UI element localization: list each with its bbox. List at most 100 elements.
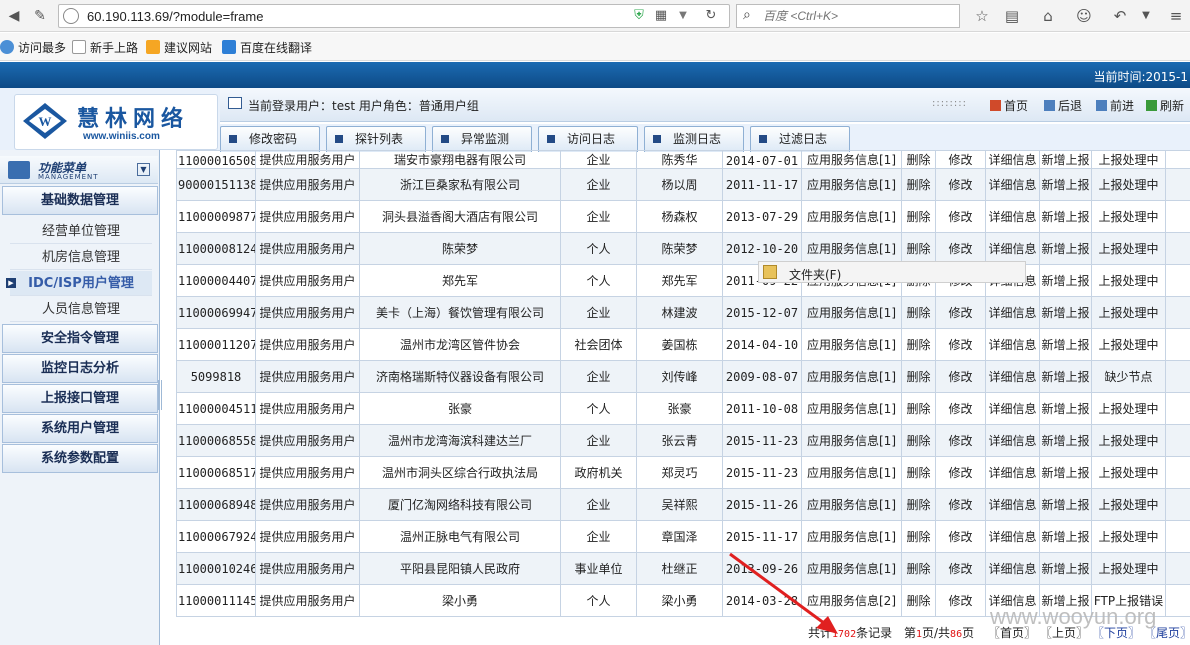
menu-group-system-users[interactable]: 系统用户管理	[2, 414, 158, 443]
star-icon[interactable]: ☆	[972, 6, 992, 26]
tab-monitor-log[interactable]: 监测日志	[644, 126, 744, 152]
detail-link[interactable]: 详细信息	[985, 424, 1040, 457]
edit-link[interactable]: 修改	[935, 150, 986, 169]
menu-item-business-units[interactable]: 经营单位管理	[10, 219, 152, 244]
new-report-link[interactable]: 新增上报	[1039, 264, 1092, 297]
cell-contact[interactable]: 杨以周	[636, 168, 723, 201]
bookmark-most-visited[interactable]: 访问最多	[0, 39, 66, 56]
cell-contact[interactable]: 吴祥熙	[636, 488, 723, 521]
menu-group-security[interactable]: 安全指令管理	[2, 324, 158, 353]
new-report-link[interactable]: 新增上报	[1039, 168, 1092, 201]
delete-link[interactable]: 删除	[901, 328, 936, 361]
detail-link[interactable]: 详细信息	[985, 168, 1040, 201]
cell-contact[interactable]: 陈秀华	[636, 150, 723, 169]
new-report-link[interactable]: 新增上报	[1039, 150, 1092, 169]
cell-contact[interactable]: 林建波	[636, 296, 723, 329]
delete-link[interactable]: 删除	[901, 232, 936, 265]
tab-access-log[interactable]: 访问日志	[538, 126, 638, 152]
delete-link[interactable]: 删除	[901, 424, 936, 457]
refresh-icon[interactable]: ↻	[703, 8, 719, 24]
cell-contact[interactable]: 郑灵巧	[636, 456, 723, 489]
app-service-info-link[interactable]: 应用服务信息[1]	[801, 232, 902, 265]
cell-contact[interactable]: 章国泽	[636, 520, 723, 553]
cell-contact[interactable]: 姜国栋	[636, 328, 723, 361]
menu-group-monitor-log[interactable]: 监控日志分析	[2, 354, 158, 383]
dropdown-icon[interactable]: ▼	[675, 8, 691, 24]
forward-link[interactable]: 前进	[1096, 97, 1134, 114]
tab-change-password[interactable]: 修改密码	[220, 126, 320, 152]
edit-link[interactable]: 修改	[935, 424, 986, 457]
menu-group-upload-interface[interactable]: 上报接口管理	[2, 384, 158, 413]
app-service-info-link[interactable]: 应用服务信息[1]	[801, 328, 902, 361]
new-report-link[interactable]: 新增上报	[1039, 488, 1092, 521]
refresh-link[interactable]: 刷新	[1146, 97, 1184, 114]
collapse-icon[interactable]: ▼	[137, 163, 150, 176]
home-icon[interactable]: ⌂	[1038, 6, 1058, 26]
cell-contact[interactable]: 张云青	[636, 424, 723, 457]
new-report-link[interactable]: 新增上报	[1039, 200, 1092, 233]
cell-contact[interactable]: 梁小勇	[636, 584, 723, 617]
tab-probe-list[interactable]: 探针列表	[326, 126, 426, 152]
back-icon[interactable]: ◀	[4, 6, 24, 26]
detail-link[interactable]: 详细信息	[985, 296, 1040, 329]
menu-group-basic-data[interactable]: 基础数据管理	[2, 186, 158, 215]
app-service-info-link[interactable]: 应用服务信息[1]	[801, 150, 902, 169]
delete-link[interactable]: 删除	[901, 150, 936, 169]
sidebar-splitter[interactable]	[158, 380, 162, 410]
shield-icon[interactable]: ⛨	[631, 8, 647, 24]
edit-link[interactable]: 修改	[935, 232, 986, 265]
address-bar[interactable]: 60.190.113.69/?module=frame ⛨ ▦ ▼ ↻	[58, 4, 730, 28]
cell-contact[interactable]: 杜继正	[636, 552, 723, 585]
new-report-link[interactable]: 新增上报	[1039, 552, 1092, 585]
qr-code-icon[interactable]: ▦	[653, 8, 669, 24]
new-report-link[interactable]: 新增上报	[1039, 392, 1092, 425]
cell-contact[interactable]: 郑先军	[636, 264, 723, 297]
menu-icon[interactable]: ≡	[1166, 6, 1186, 26]
edit-link[interactable]: 修改	[935, 328, 986, 361]
chat-icon[interactable]: ☺	[1074, 6, 1094, 26]
detail-link[interactable]: 详细信息	[985, 552, 1040, 585]
delete-link[interactable]: 删除	[901, 200, 936, 233]
menu-dropdown-icon[interactable]: ▼	[1136, 6, 1156, 26]
delete-link[interactable]: 删除	[901, 520, 936, 553]
detail-link[interactable]: 详细信息	[985, 488, 1040, 521]
bookmark-getting-started[interactable]: 新手上路	[72, 39, 138, 56]
app-service-info-link[interactable]: 应用服务信息[1]	[801, 392, 902, 425]
cell-contact[interactable]: 陈荣梦	[636, 232, 723, 265]
edit-link[interactable]: 修改	[935, 552, 986, 585]
new-report-link[interactable]: 新增上报	[1039, 520, 1092, 553]
app-service-info-link[interactable]: 应用服务信息[1]	[801, 488, 902, 521]
search-input[interactable]	[763, 8, 953, 24]
app-service-info-link[interactable]: 应用服务信息[1]	[801, 424, 902, 457]
detail-link[interactable]: 详细信息	[985, 200, 1040, 233]
delete-link[interactable]: 删除	[901, 168, 936, 201]
app-service-info-link[interactable]: 应用服务信息[1]	[801, 456, 902, 489]
detail-link[interactable]: 详细信息	[985, 150, 1040, 169]
menu-item-personnel[interactable]: 人员信息管理	[10, 297, 152, 322]
edit-link[interactable]: 修改	[935, 296, 986, 329]
bookmark-suggested-sites[interactable]: 建议网站	[146, 39, 212, 56]
detail-link[interactable]: 详细信息	[985, 456, 1040, 489]
menu-group-system-params[interactable]: 系统参数配置	[2, 444, 158, 473]
delete-link[interactable]: 删除	[901, 584, 936, 617]
edit-link[interactable]: 修改	[935, 488, 986, 521]
edit-link[interactable]: 修改	[935, 360, 986, 393]
edit-link[interactable]: 修改	[935, 392, 986, 425]
delete-link[interactable]: 删除	[901, 552, 936, 585]
app-service-info-link[interactable]: 应用服务信息[1]	[801, 168, 902, 201]
delete-link[interactable]: 删除	[901, 360, 936, 393]
detail-link[interactable]: 详细信息	[985, 232, 1040, 265]
app-service-info-link[interactable]: 应用服务信息[1]	[801, 360, 902, 393]
delete-link[interactable]: 删除	[901, 392, 936, 425]
edit-link[interactable]: 修改	[935, 584, 986, 617]
tab-filter-log[interactable]: 过滤日志	[750, 126, 850, 152]
new-report-link[interactable]: 新增上报	[1039, 296, 1092, 329]
new-report-link[interactable]: 新增上报	[1039, 360, 1092, 393]
new-report-link[interactable]: 新增上报	[1039, 456, 1092, 489]
cell-contact[interactable]: 张豪	[636, 392, 723, 425]
edit-link[interactable]: 修改	[935, 520, 986, 553]
folder-tooltip[interactable]: 文件夹(F)	[758, 261, 1026, 283]
search-box[interactable]: ⌕	[736, 4, 960, 28]
detail-link[interactable]: 详细信息	[985, 392, 1040, 425]
delete-link[interactable]: 删除	[901, 456, 936, 489]
